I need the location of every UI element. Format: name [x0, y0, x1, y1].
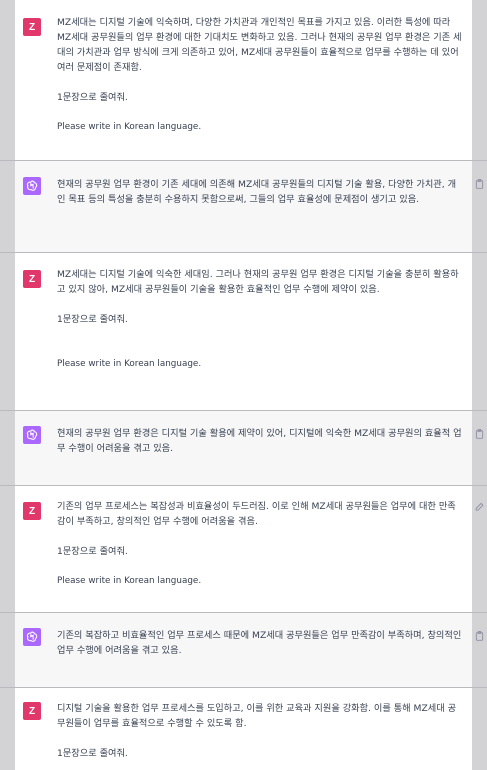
- message-paragraph: Please write in Korean language.: [57, 122, 202, 132]
- conversation-thread: Z MZ세대는 디지털 기술에 익숙하며, 다양한 가치관과 개인적인 목표를 …: [15, 0, 472, 770]
- assistant-message: 현재의 공무원 업무 환경은 디지털 기술 활용에 제약이 있어, 디지털에 익…: [15, 411, 472, 485]
- message-divider: [0, 485, 487, 486]
- user-avatar: Z: [23, 702, 41, 720]
- message-paragraph: 1문장으로 줄여줘.: [57, 92, 128, 103]
- message-divider: [0, 612, 487, 613]
- message-text: MZ세대는 디지털 기술에 익숙하며, 다양한 가치관과 개인적인 목표를 가지…: [57, 15, 462, 135]
- user-message: Z 디지털 기술을 활용한 업무 프로세스를 도입하고, 이를 위한 교육과 지…: [15, 688, 472, 770]
- openai-logo-icon: [23, 177, 41, 195]
- copy-button[interactable]: [472, 429, 487, 439]
- openai-logo-icon: [23, 628, 41, 646]
- message-paragraph: 기존의 업무 프로세스는 복잡성과 비효율성이 두드러짐. 이로 인해 MZ세대…: [57, 501, 456, 527]
- message-divider: [0, 252, 487, 253]
- edit-button[interactable]: [472, 502, 487, 512]
- user-avatar: Z: [23, 502, 41, 520]
- copy-button[interactable]: [472, 631, 487, 641]
- message-text: 기존의 업무 프로세스는 복잡성과 비효율성이 두드러짐. 이로 인해 MZ세대…: [57, 499, 462, 589]
- message-paragraph: 1문장으로 줄여줘.: [57, 546, 128, 557]
- message-paragraph: Please write in Korean language.: [57, 359, 202, 369]
- message-text: 현재의 공무원 업무 환경은 디지털 기술 활용에 제약이 있어, 디지털에 익…: [57, 426, 462, 456]
- message-paragraph: 디지털 기술을 활용한 업무 프로세스를 도입하고, 이를 위한 교육과 지원을…: [57, 703, 457, 729]
- clipboard-icon: [475, 429, 484, 439]
- right-gutter: [472, 0, 487, 770]
- user-avatar: Z: [23, 18, 41, 36]
- message-divider: [0, 160, 487, 161]
- user-message: Z MZ세대는 디지털 기술에 익숙한 세대임. 그러나 현재의 공무원 업무 …: [15, 253, 472, 410]
- user-avatar: Z: [23, 270, 41, 288]
- message-paragraph: 1문장으로 줄여줘.: [57, 748, 128, 759]
- message-paragraph: 1문장으로 줄여줘.: [57, 314, 128, 325]
- pencil-icon: [475, 502, 484, 511]
- message-divider: [0, 687, 487, 688]
- message-paragraph: MZ세대는 디지털 기술에 익숙한 세대임. 그러나 현재의 공무원 업무 환경…: [57, 269, 459, 295]
- assistant-message: 현재의 공무원 업무 환경이 기존 세대에 의존해 MZ세대 공무원들의 디지털…: [15, 161, 472, 252]
- message-divider: [0, 410, 487, 411]
- message-paragraph: 현재의 공무원 업무 환경이 기존 세대에 의존해 MZ세대 공무원들의 디지털…: [57, 179, 457, 205]
- user-message: Z MZ세대는 디지털 기술에 익숙하며, 다양한 가치관과 개인적인 목표를 …: [15, 0, 472, 160]
- message-paragraph: 기존의 복잡하고 비효율적인 업무 프로세스 때문에 MZ세대 공무원들은 업무…: [57, 630, 462, 656]
- openai-logo-icon: [23, 426, 41, 444]
- user-message: Z 기존의 업무 프로세스는 복잡성과 비효율성이 두드러짐. 이로 인해 MZ…: [15, 486, 472, 612]
- left-gutter: [0, 0, 15, 770]
- message-text: 기존의 복잡하고 비효율적인 업무 프로세스 때문에 MZ세대 공무원들은 업무…: [57, 628, 462, 658]
- message-text: MZ세대는 디지털 기술에 익숙한 세대임. 그러나 현재의 공무원 업무 환경…: [57, 267, 462, 372]
- clipboard-icon: [475, 631, 484, 641]
- message-paragraph: 현재의 공무원 업무 환경은 디지털 기술 활용에 제약이 있어, 디지털에 익…: [57, 428, 462, 454]
- assistant-message: 기존의 복잡하고 비효율적인 업무 프로세스 때문에 MZ세대 공무원들은 업무…: [15, 613, 472, 687]
- copy-button[interactable]: [472, 179, 487, 189]
- message-text: 현재의 공무원 업무 환경이 기존 세대에 의존해 MZ세대 공무원들의 디지털…: [57, 177, 462, 207]
- message-paragraph: Please write in Korean language.: [57, 576, 202, 586]
- clipboard-icon: [475, 179, 484, 189]
- message-text: 디지털 기술을 활용한 업무 프로세스를 도입하고, 이를 위한 교육과 지원을…: [57, 701, 462, 761]
- message-paragraph: MZ세대는 디지털 기술에 익숙하며, 다양한 가치관과 개인적인 목표를 가지…: [57, 17, 462, 73]
